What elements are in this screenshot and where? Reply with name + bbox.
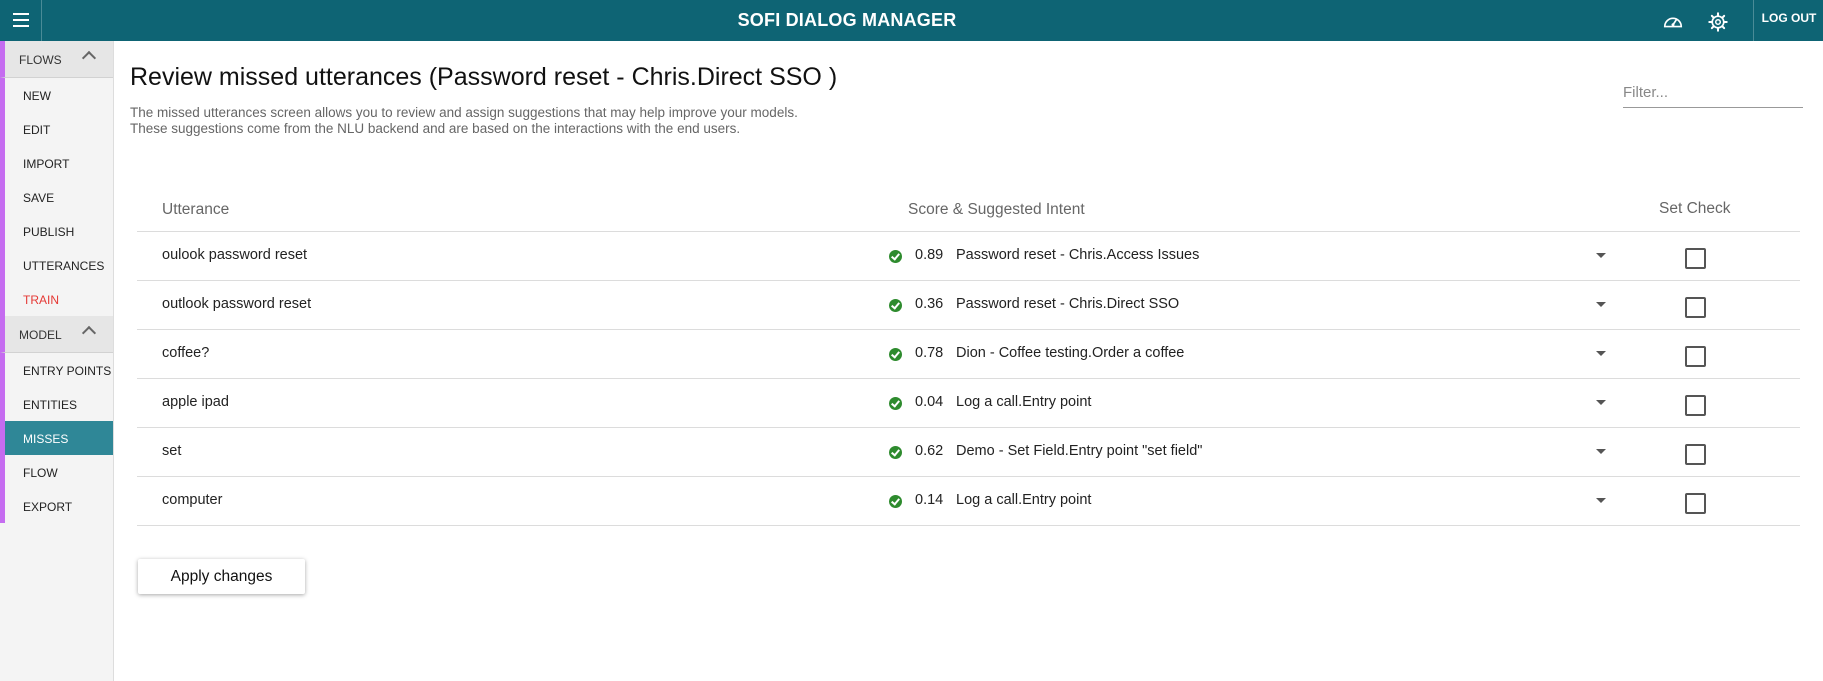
score-value: 0.04: [915, 394, 944, 410]
sidebar-item-utterances[interactable]: UTTERANCES: [0, 248, 113, 282]
sidebar-item-label: TRAIN: [23, 293, 59, 307]
sidebar-item-entities[interactable]: ENTITIES: [0, 387, 113, 421]
check-circle-icon: [889, 446, 902, 459]
suggested-intent-select[interactable]: Log a call.Entry point: [956, 492, 1091, 508]
table-row: set 0.62 Demo - Set Field.Entry point "s…: [137, 428, 1800, 477]
header-utterance: Utterance: [162, 201, 230, 218]
set-check-checkbox[interactable]: [1685, 444, 1706, 465]
check-circle-icon: [889, 299, 902, 312]
dropdown-arrow-icon[interactable]: [1596, 302, 1606, 307]
sidebar-item-label: UTTERANCES: [23, 259, 105, 273]
suggested-intent-select[interactable]: Log a call.Entry point: [956, 394, 1091, 410]
sidebar-item-label: MISSES: [23, 432, 69, 446]
check-circle-icon: [889, 250, 902, 263]
gear-icon[interactable]: [1707, 11, 1729, 33]
table-row: outlook password reset 0.36 Password res…: [137, 281, 1800, 330]
utterance-text: coffee?: [162, 345, 210, 361]
sidebar-item-label: ENTITIES: [23, 398, 78, 412]
utterance-text: computer: [162, 492, 223, 508]
set-check-checkbox[interactable]: [1685, 493, 1706, 514]
sidebar-item-import[interactable]: IMPORT: [0, 146, 113, 180]
utterance-text: set: [162, 443, 182, 459]
sidebar-item-label: NEW: [23, 89, 51, 103]
main-content: Review missed utterances (Password reset…: [114, 41, 1823, 681]
table-row: computer 0.14 Log a call.Entry point: [137, 477, 1800, 526]
sidebar-section-model[interactable]: MODEL: [0, 316, 113, 353]
logout-button[interactable]: LOG OUT: [1753, 0, 1823, 41]
table-row: coffee? 0.78 Dion - Coffee testing.Order…: [137, 330, 1800, 379]
section-label: FLOWS: [19, 53, 62, 67]
score-value: 0.14: [915, 492, 944, 508]
sidebar: FLOWS NEW EDIT IMPORT SAVE PUBLISH UTTER…: [0, 41, 114, 681]
sidebar-item-new[interactable]: NEW: [0, 78, 113, 112]
sidebar-item-flow[interactable]: FLOW: [0, 455, 113, 489]
dropdown-arrow-icon[interactable]: [1596, 400, 1606, 405]
dropdown-arrow-icon[interactable]: [1596, 449, 1606, 454]
utterance-text: outlook password reset: [162, 296, 312, 312]
score-value: 0.89: [915, 247, 944, 263]
header-score-intent: Score & Suggested Intent: [908, 201, 1085, 218]
sidebar-item-publish[interactable]: PUBLISH: [0, 214, 113, 248]
header-set-check: Set Check: [1659, 200, 1731, 217]
sidebar-item-misses[interactable]: MISSES: [0, 421, 113, 455]
top-bar: SOFI DIALOG MANAGER LOG OUT: [0, 0, 1823, 41]
page-description: The missed utterances screen allows you …: [130, 105, 798, 137]
sidebar-item-entry-points[interactable]: ENTRY POINTS: [0, 353, 113, 387]
dashboard-icon[interactable]: [1662, 11, 1684, 33]
sidebar-item-label: ENTRY POINTS: [23, 364, 112, 378]
sidebar-section-flows[interactable]: FLOWS: [0, 41, 113, 78]
score-value: 0.62: [915, 443, 944, 459]
sidebar-item-label: SAVE: [23, 191, 55, 205]
apply-changes-button[interactable]: Apply changes: [138, 559, 305, 594]
description-line: The missed utterances screen allows you …: [130, 105, 798, 120]
logout-label: LOG OUT: [1761, 11, 1817, 25]
page-title: Review missed utterances (Password reset…: [130, 63, 838, 91]
dropdown-arrow-icon[interactable]: [1596, 498, 1606, 503]
suggested-intent-select[interactable]: Dion - Coffee testing.Order a coffee: [956, 345, 1184, 361]
sidebar-item-label: PUBLISH: [23, 225, 75, 239]
check-circle-icon: [889, 397, 902, 410]
table-row: oulook password reset 0.89 Password rese…: [137, 232, 1800, 281]
score-value: 0.36: [915, 296, 944, 312]
suggested-intent-select[interactable]: Demo - Set Field.Entry point "set field": [956, 443, 1202, 459]
set-check-checkbox[interactable]: [1685, 297, 1706, 318]
set-check-checkbox[interactable]: [1685, 395, 1706, 416]
utterance-text: oulook password reset: [162, 247, 308, 263]
chevron-up-icon: [81, 325, 97, 341]
score-value: 0.78: [915, 345, 944, 361]
sidebar-item-train[interactable]: TRAIN: [0, 282, 113, 316]
utterance-text: apple ipad: [162, 394, 229, 410]
dropdown-arrow-icon[interactable]: [1596, 351, 1606, 356]
table-row: apple ipad 0.04 Log a call.Entry point: [137, 379, 1800, 428]
sidebar-item-label: FLOW: [23, 466, 58, 480]
dropdown-arrow-icon[interactable]: [1596, 253, 1606, 258]
missed-utterances-table: Utterance Score & Suggested Intent Set C…: [137, 189, 1800, 526]
set-check-checkbox[interactable]: [1685, 248, 1706, 269]
sidebar-item-label: EDIT: [23, 123, 51, 137]
app-title: SOFI DIALOG MANAGER: [737, 10, 957, 30]
set-check-checkbox[interactable]: [1685, 346, 1706, 367]
sidebar-item-label: EXPORT: [23, 500, 73, 514]
suggested-intent-select[interactable]: Password reset - Chris.Direct SSO: [956, 296, 1179, 312]
filter-input[interactable]: [1623, 77, 1803, 108]
sidebar-item-edit[interactable]: EDIT: [0, 112, 113, 146]
sidebar-item-label: IMPORT: [23, 157, 70, 171]
check-circle-icon: [889, 348, 902, 361]
sidebar-item-export[interactable]: EXPORT: [0, 489, 113, 523]
section-label: MODEL: [19, 328, 62, 342]
check-circle-icon: [889, 495, 902, 508]
sidebar-item-save[interactable]: SAVE: [0, 180, 113, 214]
description-line: These suggestions come from the NLU back…: [130, 121, 741, 136]
suggested-intent-select[interactable]: Password reset - Chris.Access Issues: [956, 247, 1199, 263]
table-header: Utterance Score & Suggested Intent Set C…: [137, 189, 1800, 232]
chevron-up-icon: [81, 50, 97, 66]
